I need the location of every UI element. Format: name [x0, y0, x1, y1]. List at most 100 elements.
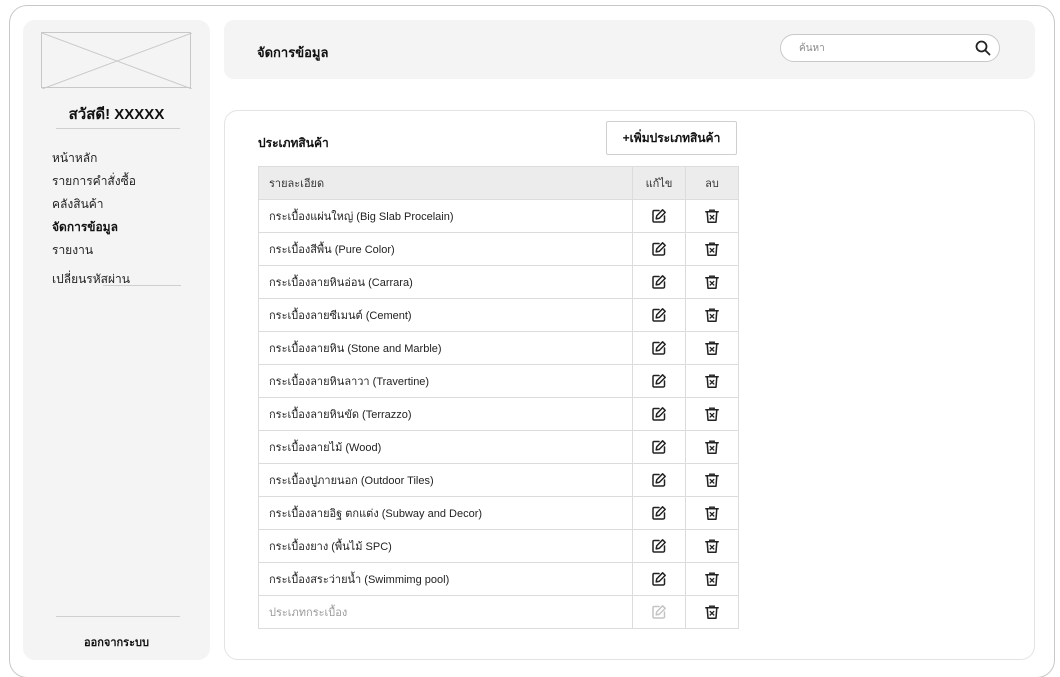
edit-cell	[632, 595, 686, 629]
table-row: กระเบื้องลายหินขัด (Terrazzo)	[258, 397, 739, 431]
edit-cell	[632, 463, 686, 497]
sidebar-menu: หน้าหลัก รายการคำสั่งซื้อ คลังสินค้า จัด…	[52, 151, 136, 295]
category-name: กระเบื้องยาง (พื้นไม้ SPC)	[258, 529, 633, 563]
sidebar: สวัสดี! XXXXX หน้าหลัก รายการคำสั่งซื้อ …	[23, 20, 210, 660]
table-row: กระเบื้องลายหินลาวา (Travertine)	[258, 364, 739, 398]
trash-icon[interactable]	[704, 307, 720, 323]
sidebar-divider	[56, 616, 180, 617]
edit-icon[interactable]	[651, 373, 667, 389]
category-name: กระเบื้องลายหินลาวา (Travertine)	[258, 364, 633, 398]
edit-icon[interactable]	[651, 538, 667, 554]
category-table: รายละเอียด แก้ไข ลบ กระเบื้องแผ่นใหญ่ (B…	[258, 166, 739, 629]
main-panel: ประเภทสินค้า +เพิ่มประเภทสินค้า รายละเอี…	[224, 110, 1035, 660]
table-row-new: ประเภทกระเบื้อง	[258, 595, 739, 629]
sidebar-item-home[interactable]: หน้าหลัก	[52, 151, 136, 174]
column-header-edit: แก้ไข	[632, 166, 686, 200]
new-category-input[interactable]: ประเภทกระเบื้อง	[258, 595, 633, 629]
delete-cell	[685, 364, 739, 398]
edit-cell	[632, 562, 686, 596]
top-header: จัดการข้อมูล	[224, 20, 1035, 79]
edit-icon[interactable]	[651, 472, 667, 488]
edit-icon[interactable]	[651, 241, 667, 257]
section-title: ประเภทสินค้า	[258, 136, 329, 150]
column-header-detail: รายละเอียด	[258, 166, 633, 200]
delete-cell	[685, 331, 739, 365]
trash-icon[interactable]	[704, 439, 720, 455]
edit-cell	[632, 265, 686, 299]
edit-icon[interactable]	[651, 571, 667, 587]
trash-icon[interactable]	[704, 340, 720, 356]
category-name: กระเบื้องลายไม้ (Wood)	[258, 430, 633, 464]
category-name: กระเบื้องลายหินอ่อน (Carrara)	[258, 265, 633, 299]
edit-cell	[632, 496, 686, 530]
trash-icon[interactable]	[704, 505, 720, 521]
table-row: กระเบื้องลายซีเมนต์ (Cement)	[258, 298, 739, 332]
table-header-row: รายละเอียด แก้ไข ลบ	[258, 166, 739, 200]
search-input[interactable]	[799, 40, 959, 56]
delete-cell	[685, 265, 739, 299]
delete-cell	[685, 298, 739, 332]
sidebar-divider	[103, 285, 181, 286]
edit-cell	[632, 298, 686, 332]
logout-button[interactable]: ออกจากระบบ	[23, 633, 210, 651]
trash-icon[interactable]	[704, 274, 720, 290]
edit-icon[interactable]	[651, 208, 667, 224]
sidebar-item-reports[interactable]: รายงาน	[52, 243, 136, 266]
table-row: กระเบื้องสีพื้น (Pure Color)	[258, 232, 739, 266]
page-title: จัดการข้อมูล	[257, 45, 329, 60]
delete-cell	[685, 529, 739, 563]
edit-cell	[632, 331, 686, 365]
edit-icon[interactable]	[651, 406, 667, 422]
delete-cell	[685, 595, 739, 629]
category-name: กระเบื้องลายอิฐ ตกแต่ง (Subway and Decor…	[258, 496, 633, 530]
trash-icon[interactable]	[704, 538, 720, 554]
trash-icon[interactable]	[704, 406, 720, 422]
edit-cell	[632, 364, 686, 398]
edit-icon[interactable]	[651, 307, 667, 323]
search-box	[780, 34, 1000, 62]
sidebar-item-inventory[interactable]: คลังสินค้า	[52, 197, 136, 220]
delete-cell	[685, 496, 739, 530]
edit-cell	[632, 199, 686, 233]
delete-cell	[685, 199, 739, 233]
sidebar-item-orders[interactable]: รายการคำสั่งซื้อ	[52, 174, 136, 197]
edit-icon[interactable]	[651, 274, 667, 290]
table-row: กระเบื้องสระว่ายน้ำ (Swimmimg pool)	[258, 562, 739, 596]
edit-icon[interactable]	[651, 505, 667, 521]
trash-icon[interactable]	[704, 571, 720, 587]
trash-icon[interactable]	[704, 208, 720, 224]
table-row: กระเบื้องลายอิฐ ตกแต่ง (Subway and Decor…	[258, 496, 739, 530]
edit-cell	[632, 397, 686, 431]
edit-cell	[632, 232, 686, 266]
sidebar-divider	[56, 128, 180, 129]
trash-icon[interactable]	[704, 373, 720, 389]
edit-cell	[632, 529, 686, 563]
edit-icon[interactable]	[651, 604, 667, 620]
search-icon[interactable]	[975, 40, 991, 56]
category-name: กระเบื้องลายหิน (Stone and Marble)	[258, 331, 633, 365]
category-name: กระเบื้องปูภายนอก (Outdoor Tiles)	[258, 463, 633, 497]
trash-icon[interactable]	[704, 241, 720, 257]
trash-icon[interactable]	[704, 472, 720, 488]
logo-placeholder-icon	[41, 32, 192, 89]
category-name: กระเบื้องลายซีเมนต์ (Cement)	[258, 298, 633, 332]
delete-cell	[685, 232, 739, 266]
column-header-delete: ลบ	[685, 166, 739, 200]
category-name: กระเบื้องแผ่นใหญ่ (Big Slab Procelain)	[258, 199, 633, 233]
table-row: กระเบื้องปูภายนอก (Outdoor Tiles)	[258, 463, 739, 497]
add-category-button[interactable]: +เพิ่มประเภทสินค้า	[606, 121, 737, 155]
edit-icon[interactable]	[651, 340, 667, 356]
greeting-text: สวัสดี! XXXXX	[68, 106, 165, 123]
table-row: กระเบื้องแผ่นใหญ่ (Big Slab Procelain)	[258, 199, 739, 233]
category-name: กระเบื้องลายหินขัด (Terrazzo)	[258, 397, 633, 431]
table-row: กระเบื้องยาง (พื้นไม้ SPC)	[258, 529, 739, 563]
sidebar-item-change-password[interactable]: เปลี่ยนรหัสผ่าน	[52, 272, 136, 295]
sidebar-item-data-management[interactable]: จัดการข้อมูล	[52, 220, 136, 243]
trash-icon[interactable]	[704, 604, 720, 620]
table-row: กระเบื้องลายหิน (Stone and Marble)	[258, 331, 739, 365]
delete-cell	[685, 562, 739, 596]
category-name: กระเบื้องสระว่ายน้ำ (Swimmimg pool)	[258, 562, 633, 596]
edit-icon[interactable]	[651, 439, 667, 455]
delete-cell	[685, 430, 739, 464]
edit-cell	[632, 430, 686, 464]
